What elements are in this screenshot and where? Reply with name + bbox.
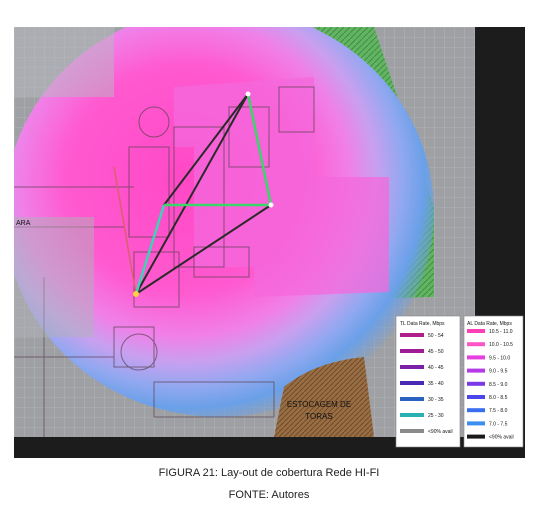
legend-tl-item-swatch [400,381,424,385]
legend-al-item-swatch [467,355,485,360]
stockpile-label-2: TORAS [305,412,332,421]
legend-tl-title: TL Data Rate, Mbps [400,321,445,327]
legend-al-item-label: 7.5 - 8.0 [489,408,508,414]
coverage-map-figure: ESTOCAGEM DE TORAS ARA TL Data Rate, Mbp… [14,27,525,458]
legend-al-item-label: <90% avail [489,435,514,441]
legend-al-item-swatch [467,408,485,413]
legend-tl-item-label: 45 - 50 [428,349,444,355]
left-edge-tag: ARA [16,220,31,227]
legend-al-item-swatch [467,368,485,373]
legend-tl-item-label: 50 - 54 [428,333,444,339]
coverage-map-svg: ESTOCAGEM DE TORAS ARA TL Data Rate, Mbp… [14,27,525,458]
legend-al-item-label: 9.5 - 10.0 [489,355,510,361]
access-point-node [245,91,251,97]
legend-al-item-swatch [467,395,485,399]
legend-al-item-swatch [467,342,485,347]
legend-al-item-label: 9.0 - 9.5 [489,369,508,375]
legend-al-item-swatch [467,381,485,386]
figure-source: FONTE: Autores [228,489,310,501]
legend-tl-item-label: 35 - 40 [428,381,444,387]
access-point-node [133,291,139,297]
legend-tl-item-swatch [400,429,424,433]
legend-al-item-swatch [467,329,485,333]
legend-tl-item-swatch [400,413,424,417]
legend-tl-item-swatch [400,397,424,401]
legend-al-title: AL Data Rate, Mbps [467,321,512,327]
legend-al-item-label: 8.0 - 8.5 [489,395,508,401]
legend-al-item-label: 10.0 - 10.5 [489,342,513,348]
legend-al-item-label: 7.0 - 7.5 [489,421,508,427]
legend-al-item-swatch [467,434,485,439]
legend-al-item-swatch [467,421,485,426]
legend-tl-item-label: 25 - 30 [428,413,444,419]
legend-al-item-label: 10.5 - 11.0 [489,329,513,335]
legend-tl-item-swatch [400,349,424,353]
legend-tl: TL Data Rate, Mbps 50 - 54 45 - 50 40 - 45… [395,315,461,448]
legend-tl-item-label: 30 - 35 [428,397,444,403]
legend-tl-item-label: 40 - 45 [428,365,444,371]
figure-caption: FIGURA 21: Lay-out de cobertura Rede HI-… [158,467,380,479]
legend-tl-item-label: <90% avail [428,429,453,435]
legend-tl-item-swatch [400,365,424,369]
legend-tl-item-swatch [400,333,424,337]
access-point-node [268,202,274,208]
legend-al-item-label: 8.5 - 9.0 [489,382,508,388]
stockpile-label: ESTOCAGEM DE [287,400,351,409]
left-plan-block [14,27,114,97]
left-plan-block-2 [14,217,94,337]
legend-al: AL Data Rate, Mbps 10.5 - 11.0 10.0 - 10.… [463,315,524,448]
